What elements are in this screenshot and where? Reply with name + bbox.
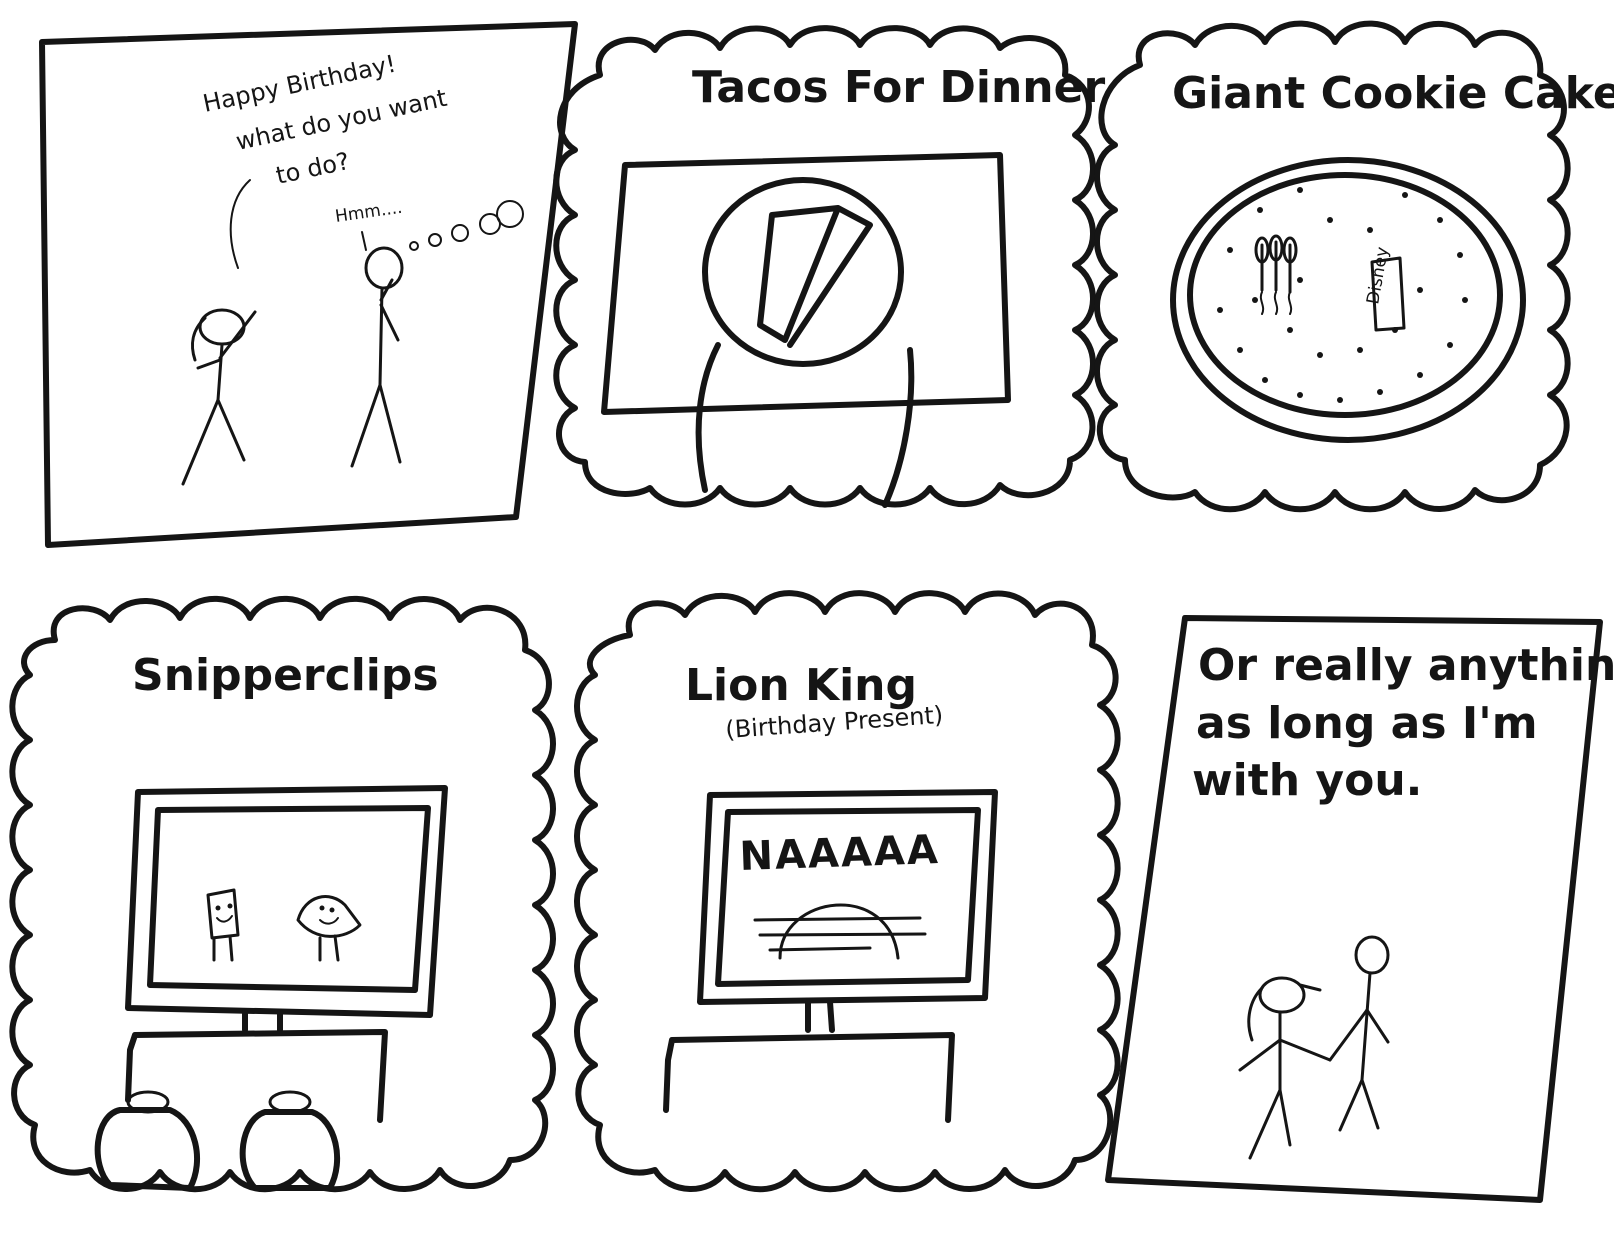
caption-cookie-cake: Giant Cookie Cake (1172, 68, 1614, 119)
panel-with-you: Or really anything as long as I'm with y… (1105, 615, 1614, 1203)
cookie-cake (1187, 172, 1503, 418)
thought-bubbles (409, 200, 524, 251)
tv-stand (805, 999, 835, 1033)
thought-hmm: Hmm.... (334, 198, 404, 227)
cake-decoration-figures (1254, 234, 1298, 315)
panel-tacos: Tacos For Dinner (553, 25, 1105, 508)
tv-outer (125, 785, 448, 1018)
stick-figure-boy (1328, 935, 1390, 1132)
cookie-sprinkles (1217, 187, 1468, 403)
panel-cookie-cake: Giant Cookie Cake Disney (1094, 20, 1614, 513)
cake-board (1170, 157, 1526, 443)
panel-lion-king: Lion King (Birthday Present) NAAAAA (574, 590, 1121, 1193)
tv-stand (242, 1009, 283, 1033)
caption-tacos: Tacos For Dinner (692, 62, 1105, 113)
tv-outer (697, 789, 998, 1005)
table-leg-right (882, 347, 915, 508)
panel-birthday-question: Happy Birthday! what do you want to do? … (39, 21, 578, 548)
message-line-3: with you. (1192, 755, 1422, 806)
stick-figure-right (350, 246, 404, 468)
tv-scream-text: NAAAAA (739, 827, 941, 880)
taco (757, 205, 873, 348)
snipperclips-characters (206, 888, 362, 962)
plate (702, 177, 904, 367)
caption-snipperclips: Snipperclips (132, 650, 439, 701)
message-line-2: as long as I'm (1196, 698, 1538, 749)
panel-snipperclips: Snipperclips (9, 595, 556, 1193)
speech-tail (229, 179, 251, 269)
stick-figure-girl (1238, 976, 1332, 1160)
cake-sign-text: Disney (1363, 245, 1393, 306)
tv-console (663, 1032, 955, 1123)
caption-lion: Lion King (685, 660, 917, 711)
thought-tail (361, 231, 367, 251)
message-line-1: Or really anything (1198, 640, 1614, 691)
tv-screen (147, 805, 431, 993)
stick-figure-left (181, 308, 257, 486)
comic-page: Happy Birthday! what do you want to do? … (9, 20, 1614, 1203)
speech-to-do: to do? (273, 147, 352, 190)
table-leg-left (695, 342, 721, 493)
